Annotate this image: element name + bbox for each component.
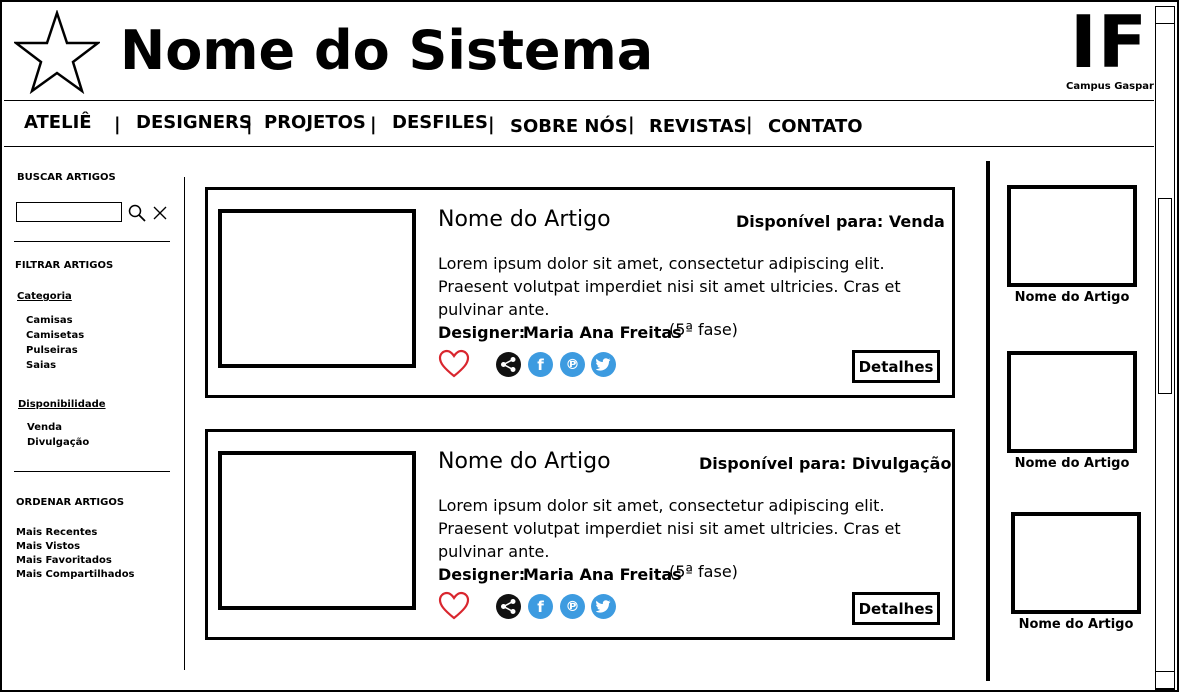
- search-input[interactable]: [16, 202, 122, 222]
- nav-separator: |: [370, 114, 377, 135]
- details-button[interactable]: Detalhes: [852, 350, 940, 383]
- nav-separator: |: [628, 114, 635, 135]
- article-description: Lorem ipsum dolor sit amet, consectetur …: [438, 254, 901, 319]
- page-frame: Nome do Sistema IF Campus Gaspar ATELIÊ …: [0, 0, 1179, 692]
- category-item[interactable]: Saias: [26, 358, 84, 373]
- sidebar-divider: [14, 241, 170, 242]
- article-description: Lorem ipsum dolor sit amet, consectetur …: [438, 496, 901, 561]
- star-icon: [14, 10, 100, 94]
- designer-label: Designer:: [438, 565, 526, 584]
- availability-item[interactable]: Venda: [27, 420, 89, 435]
- related-article-image[interactable]: [1007, 351, 1137, 453]
- designer-name[interactable]: Maria Ana Freitas: [523, 323, 682, 342]
- related-article-title[interactable]: Nome do Artigo: [1002, 456, 1142, 471]
- details-button[interactable]: Detalhes: [852, 592, 940, 625]
- search-heading: BUSCAR ARTIGOS: [17, 172, 116, 183]
- designer-label: Designer:: [438, 323, 526, 342]
- institution-logo: IF: [1070, 0, 1148, 84]
- designer-name[interactable]: Maria Ana Freitas: [523, 565, 682, 584]
- sort-option[interactable]: Mais Recentes: [16, 526, 135, 540]
- header-divider: [4, 100, 1154, 101]
- heart-icon[interactable]: [438, 349, 470, 379]
- sort-option[interactable]: Mais Favoritados: [16, 554, 135, 568]
- designer-phase: (5ª fase): [669, 320, 738, 339]
- designer-phase: (5ª fase): [669, 562, 738, 581]
- nav-atelie[interactable]: ATELIÊ: [24, 112, 92, 133]
- article-image[interactable]: [218, 209, 416, 368]
- sort-option[interactable]: Mais Compartilhados: [16, 568, 135, 582]
- article-availability: Disponível para: Divulgação: [699, 454, 952, 473]
- nav-projetos[interactable]: PROJETOS: [264, 112, 366, 133]
- related-article-image[interactable]: [1011, 512, 1141, 614]
- availability-list: Venda Divulgação: [27, 420, 89, 450]
- nav-revistas[interactable]: REVISTAS: [649, 116, 747, 137]
- related-article-image[interactable]: [1007, 185, 1137, 287]
- sidebar-divider: [14, 471, 170, 472]
- scroll-up-button[interactable]: [1155, 6, 1175, 24]
- category-item[interactable]: Camisas: [26, 313, 84, 328]
- nav-desfiles[interactable]: DESFILES: [392, 112, 488, 133]
- nav-separator: |: [488, 114, 495, 135]
- heart-icon[interactable]: [438, 591, 470, 621]
- search-icon[interactable]: [127, 203, 147, 223]
- sort-list: Mais Recentes Mais Vistos Mais Favoritad…: [16, 526, 135, 582]
- nav-separator: |: [114, 114, 121, 135]
- share-icon[interactable]: [496, 352, 521, 377]
- nav-sobre-nos[interactable]: SOBRE NÓS: [510, 116, 628, 137]
- sidebar-border: [184, 177, 185, 670]
- right-column-divider: [986, 161, 990, 681]
- category-item[interactable]: Camisetas: [26, 328, 84, 343]
- nav-separator: |: [746, 114, 753, 135]
- scroll-down-button[interactable]: [1155, 671, 1175, 689]
- article-availability: Disponível para: Venda: [736, 212, 945, 231]
- close-icon[interactable]: [152, 205, 168, 221]
- availability-item[interactable]: Divulgação: [27, 435, 89, 450]
- scrollbar-thumb[interactable]: [1158, 198, 1172, 394]
- pinterest-icon[interactable]: ℗: [560, 594, 585, 619]
- nav-divider: [4, 146, 1154, 147]
- facebook-icon[interactable]: f: [528, 352, 553, 377]
- category-list: Camisas Camisetas Pulseiras Saias: [26, 313, 84, 373]
- twitter-icon[interactable]: [591, 594, 616, 619]
- share-icon[interactable]: [496, 594, 521, 619]
- article-title[interactable]: Nome do Artigo: [438, 449, 611, 474]
- filter-heading: FILTRAR ARTIGOS: [15, 260, 114, 271]
- twitter-icon[interactable]: [591, 352, 616, 377]
- related-article-title[interactable]: Nome do Artigo: [1006, 617, 1146, 632]
- category-label: Categoria: [17, 291, 72, 302]
- sort-heading: ORDENAR ARTIGOS: [16, 497, 125, 508]
- category-item[interactable]: Pulseiras: [26, 343, 84, 358]
- facebook-icon[interactable]: f: [528, 594, 553, 619]
- institution-campus: Campus Gaspar: [1066, 81, 1154, 92]
- article-title[interactable]: Nome do Artigo: [438, 207, 611, 232]
- sort-option[interactable]: Mais Vistos: [16, 540, 135, 554]
- article-card: Nome do Artigo Disponível para: Venda Lo…: [205, 187, 955, 398]
- pinterest-icon[interactable]: ℗: [560, 352, 585, 377]
- availability-label: Disponibilidade: [18, 399, 106, 410]
- article-image[interactable]: [218, 451, 416, 610]
- related-article-title[interactable]: Nome do Artigo: [1002, 290, 1142, 305]
- nav-contato[interactable]: CONTATO: [768, 116, 863, 137]
- site-title: Nome do Sistema: [120, 19, 654, 82]
- nav-separator: |: [246, 114, 253, 135]
- article-card: Nome do Artigo Disponível para: Divulgaç…: [205, 429, 955, 640]
- nav-designers[interactable]: DESIGNERS: [136, 112, 252, 133]
